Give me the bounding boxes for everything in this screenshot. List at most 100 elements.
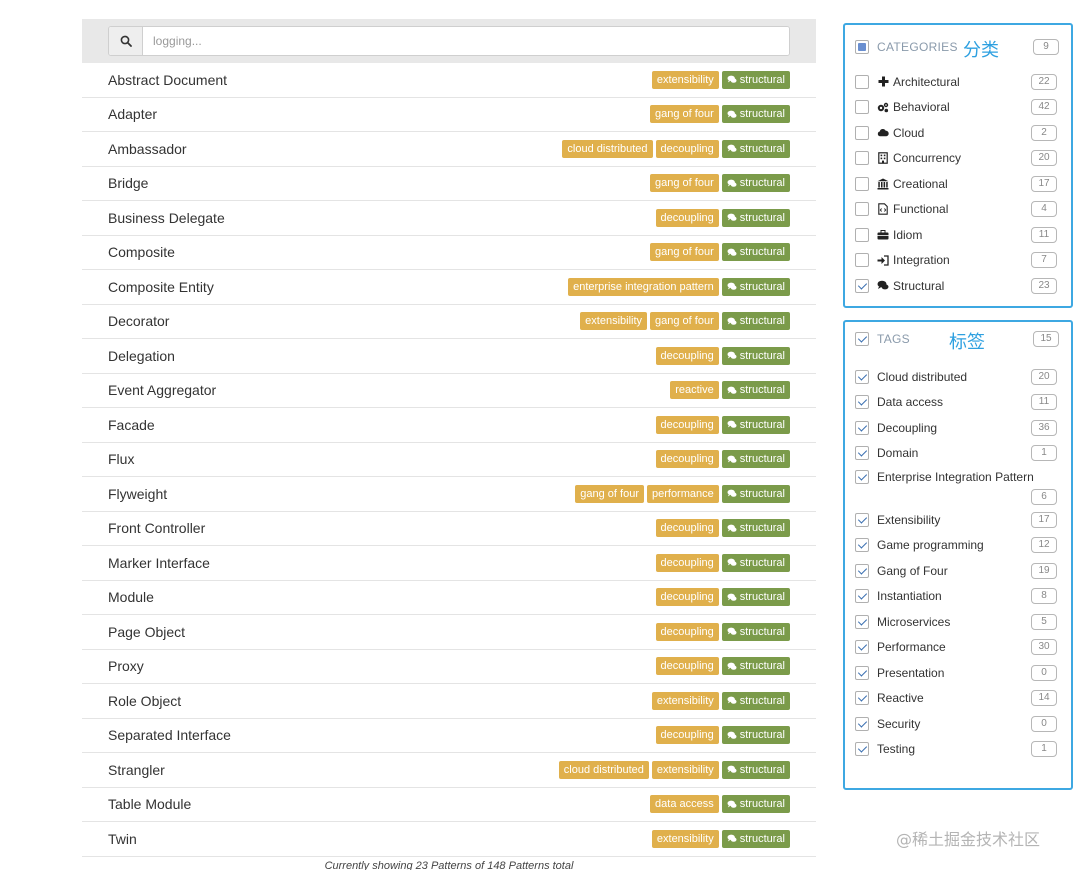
pattern-name-link[interactable]: Role Object <box>108 693 181 709</box>
pattern-row-bridge[interactable]: Bridge gang of four structural <box>82 167 816 201</box>
category-item-concurrency[interactable]: Concurrency 20 <box>845 146 1071 172</box>
pattern-row-module[interactable]: Module decoupling structural <box>82 581 816 615</box>
tag-checkbox[interactable] <box>855 446 869 461</box>
tag-checkbox[interactable] <box>855 538 869 553</box>
pattern-row-ambassador[interactable]: Ambassador cloud distributed decoupling str… <box>82 132 816 167</box>
category-badge-structural[interactable]: structural <box>721 174 790 193</box>
tag-badge-gang-of-four[interactable]: gang of four <box>650 105 719 124</box>
pattern-name-link[interactable]: Event Aggregator <box>108 382 216 398</box>
tag-checkbox[interactable] <box>855 614 869 629</box>
category-badge-structural[interactable]: structural <box>721 105 790 124</box>
tag-checkbox[interactable] <box>855 395 869 410</box>
pattern-name-link[interactable]: Abstract Document <box>108 72 227 88</box>
search-button[interactable] <box>109 27 143 55</box>
category-badge-structural[interactable]: structural <box>721 588 790 607</box>
category-badge-structural[interactable]: structural <box>721 208 790 227</box>
pattern-name-link[interactable]: Delegation <box>108 348 175 364</box>
tag-badge-cloud-distributed[interactable]: cloud distributed <box>558 760 649 779</box>
tag-checkbox[interactable] <box>855 420 869 435</box>
tag-badge-decoupling[interactable]: decoupling <box>655 208 719 227</box>
category-badge-structural[interactable]: structural <box>721 553 790 572</box>
tag-badge-gang-of-four[interactable]: gang of four <box>650 243 719 262</box>
category-checkbox[interactable] <box>855 74 869 89</box>
category-badge-structural[interactable]: structural <box>721 519 790 538</box>
tag-checkbox[interactable] <box>855 665 869 680</box>
tag-badge-decoupling[interactable]: decoupling <box>655 415 719 434</box>
category-badge-structural[interactable]: structural <box>721 243 790 262</box>
pattern-name-link[interactable]: Business Delegate <box>108 210 225 226</box>
category-item-behavioral[interactable]: Behavioral 42 <box>845 95 1071 121</box>
tag-badge-decoupling[interactable]: decoupling <box>655 139 719 158</box>
tag-item-extensibility[interactable]: Extensibility 17 <box>845 507 1071 533</box>
tag-checkbox[interactable] <box>855 470 869 484</box>
category-checkbox[interactable] <box>855 278 869 293</box>
category-badge-structural[interactable]: structural <box>721 484 790 503</box>
categories-toggle-all-checkbox[interactable] <box>855 40 869 54</box>
pattern-row-delegation[interactable]: Delegation decoupling structural <box>82 339 816 374</box>
category-item-cloud[interactable]: Cloud 2 <box>845 120 1071 146</box>
tag-badge-performance[interactable]: performance <box>646 484 719 503</box>
tag-badge-data-access[interactable]: data access <box>650 795 719 814</box>
pattern-row-composite-entity[interactable]: Composite Entity enterprise integration p… <box>82 270 816 305</box>
pattern-name-link[interactable]: Composite <box>108 244 175 260</box>
category-checkbox[interactable] <box>855 125 869 140</box>
tag-item-reactive[interactable]: Reactive 14 <box>845 686 1071 712</box>
category-badge-structural[interactable]: structural <box>721 277 790 296</box>
category-badge-structural[interactable]: structural <box>721 346 790 365</box>
tag-badge-decoupling[interactable]: decoupling <box>655 450 719 469</box>
pattern-name-link[interactable]: Flyweight <box>108 486 167 502</box>
tag-item-decoupling[interactable]: Decoupling 36 <box>845 415 1071 441</box>
tag-checkbox[interactable] <box>855 512 869 527</box>
tag-item-domain[interactable]: Domain 1 <box>845 441 1071 467</box>
tag-badge-extensibility[interactable]: extensibility <box>651 70 719 89</box>
tag-badge-enterprise-integration-pattern[interactable]: enterprise integration pattern <box>568 277 719 296</box>
category-item-idiom[interactable]: Idiom 11 <box>845 222 1071 248</box>
tag-badge-reactive[interactable]: reactive <box>670 381 719 400</box>
tag-badge-decoupling[interactable]: decoupling <box>655 346 719 365</box>
pattern-name-link[interactable]: Composite Entity <box>108 279 214 295</box>
tag-badge-gang-of-four[interactable]: gang of four <box>650 174 719 193</box>
category-item-creational[interactable]: Creational 17 <box>845 171 1071 197</box>
pattern-row-marker-interface[interactable]: Marker Interface decoupling structural <box>82 546 816 581</box>
category-badge-structural[interactable]: structural <box>721 622 790 641</box>
category-badge-structural[interactable]: structural <box>721 691 790 710</box>
pattern-row-flux[interactable]: Flux decoupling structural <box>82 443 816 477</box>
tag-checkbox[interactable] <box>855 691 869 706</box>
tag-badge-decoupling[interactable]: decoupling <box>655 622 719 641</box>
category-badge-structural[interactable]: structural <box>721 381 790 400</box>
tag-checkbox[interactable] <box>855 742 869 757</box>
category-item-structural[interactable]: Structural 23 <box>845 273 1071 299</box>
pattern-row-business-delegate[interactable]: Business Delegate decoupling structural <box>82 201 816 236</box>
tag-item-testing[interactable]: Testing 1 <box>845 737 1071 763</box>
category-badge-structural[interactable]: structural <box>721 312 790 331</box>
category-checkbox[interactable] <box>855 151 869 166</box>
category-checkbox[interactable] <box>855 176 869 191</box>
tag-item-presentation[interactable]: Presentation 0 <box>845 660 1071 686</box>
search-input[interactable] <box>143 27 789 55</box>
pattern-name-link[interactable]: Flux <box>108 451 134 467</box>
pattern-row-page-object[interactable]: Page Object decoupling structural <box>82 615 816 650</box>
category-item-integration[interactable]: Integration 7 <box>845 248 1071 274</box>
tag-badge-extensibility[interactable]: extensibility <box>651 760 719 779</box>
pattern-name-link[interactable]: Bridge <box>108 175 148 191</box>
pattern-row-separated-interface[interactable]: Separated Interface decoupling structural <box>82 719 816 753</box>
pattern-row-table-module[interactable]: Table Module data access structural <box>82 788 816 822</box>
tag-badge-gang-of-four[interactable]: gang of four <box>650 312 719 331</box>
category-badge-structural[interactable]: structural <box>721 450 790 469</box>
pattern-row-twin[interactable]: Twin extensibility structural <box>82 822 816 857</box>
category-badge-structural[interactable]: structural <box>721 139 790 158</box>
category-badge-structural[interactable]: structural <box>721 657 790 676</box>
tag-checkbox[interactable] <box>855 640 869 655</box>
category-badge-structural[interactable]: structural <box>721 829 790 848</box>
tag-checkbox[interactable] <box>855 369 869 384</box>
tag-item-cloud-distributed[interactable]: Cloud distributed 20 <box>845 364 1071 390</box>
pattern-name-link[interactable]: Adapter <box>108 106 157 122</box>
pattern-row-adapter[interactable]: Adapter gang of four structural <box>82 98 816 132</box>
pattern-row-role-object[interactable]: Role Object extensibility structural <box>82 684 816 719</box>
tag-item-performance[interactable]: Performance 30 <box>845 635 1071 661</box>
pattern-name-link[interactable]: Twin <box>108 831 137 847</box>
pattern-name-link[interactable]: Separated Interface <box>108 727 231 743</box>
tags-toggle-all-checkbox[interactable] <box>855 332 869 346</box>
category-checkbox[interactable] <box>855 253 869 268</box>
tag-badge-extensibility[interactable]: extensibility <box>651 829 719 848</box>
